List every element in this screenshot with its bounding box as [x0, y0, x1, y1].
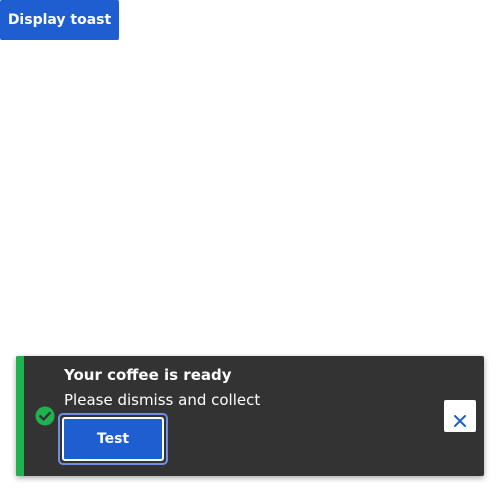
- toast-message: Please dismiss and collect: [64, 391, 261, 409]
- toast-close-button[interactable]: [444, 400, 476, 432]
- page: Display toast Your coffee is ready Pleas…: [0, 0, 500, 500]
- close-icon: [444, 414, 476, 428]
- toast-success-accent-bar: [16, 356, 24, 476]
- toast-test-button[interactable]: Test: [62, 417, 164, 461]
- check-circle-icon: [35, 406, 55, 426]
- toast-action-focus-ring: Test: [58, 413, 168, 465]
- toast-title: Your coffee is ready: [64, 366, 232, 384]
- toast-notification: Your coffee is ready Please dismiss and …: [16, 356, 484, 476]
- display-toast-button[interactable]: Display toast: [0, 0, 119, 40]
